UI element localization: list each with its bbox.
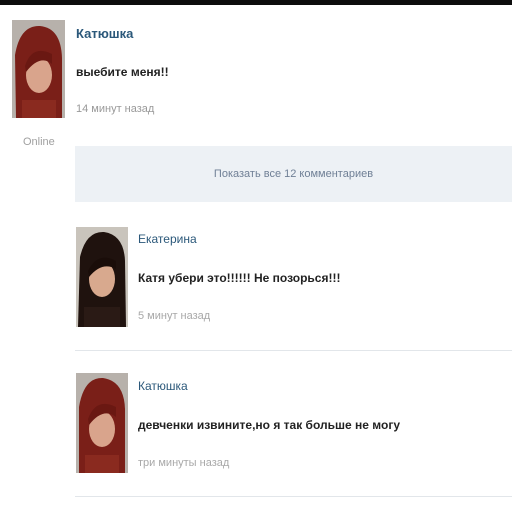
comment-author[interactable]: Екатерина <box>138 232 197 246</box>
comment-text: девченки извините,но я так больше не мог… <box>138 418 400 432</box>
post-text: выебите меня!! <box>76 65 169 79</box>
comment-avatar[interactable] <box>76 373 128 473</box>
show-all-comments-button[interactable]: Показать все 12 комментариев <box>75 146 512 202</box>
show-all-comments-label: Показать все 12 комментариев <box>213 168 374 180</box>
online-status: Online <box>23 136 55 148</box>
avatar[interactable] <box>12 20 65 118</box>
post-timestamp[interactable]: 14 минут назад <box>76 103 154 115</box>
comment-text: Катя убери это!!!!!! Не позорься!!! <box>138 271 341 285</box>
comment-timestamp[interactable]: 5 минут назад <box>138 310 210 322</box>
avatar-photo <box>76 373 128 473</box>
avatar-photo <box>76 227 128 327</box>
avatar-photo <box>12 20 65 118</box>
top-bar <box>0 0 512 5</box>
comment-timestamp[interactable]: три минуты назад <box>138 457 229 469</box>
comment-avatar[interactable] <box>76 227 128 327</box>
comment-author[interactable]: Катюшка <box>138 379 188 393</box>
post-author[interactable]: Катюшка <box>76 26 133 41</box>
comment-divider <box>75 496 512 497</box>
comment-divider <box>75 350 512 351</box>
